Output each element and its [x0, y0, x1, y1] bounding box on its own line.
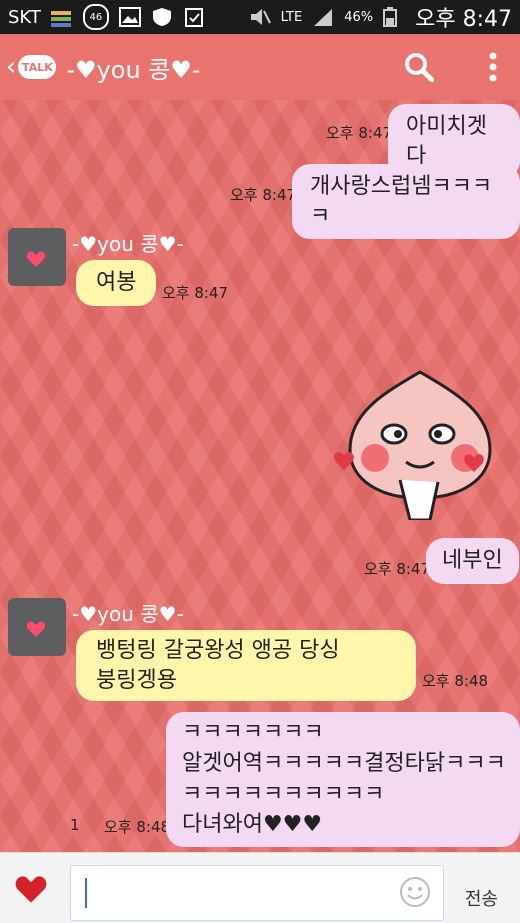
shield-icon [151, 7, 173, 27]
chat-header: ‹ TALK -♥you 콩♥- [0, 34, 520, 100]
chat-area[interactable]: 오후 8:47 아미치겟다 오후 8:47 개사랑스럽넴ㅋㅋㅋㅋ -♥you 콩… [0, 100, 520, 852]
received-message[interactable]: 여봉 [76, 260, 157, 306]
heart-icon [26, 251, 46, 267]
message-text-line: ㅋㅋㅋㅋㅋㅋㅋㅋㅋㅋ [182, 781, 385, 807]
avatar[interactable] [8, 228, 66, 286]
signal-icon [312, 7, 334, 27]
message-text: 개사랑스럽넴ㅋㅋㅋㅋ [310, 174, 493, 229]
message-time: 오후 8:48 [104, 818, 171, 836]
back-icon[interactable]: ‹ [6, 52, 16, 82]
signal-bars-icon [50, 7, 73, 27]
message-time: 오후 8:47 [230, 186, 297, 204]
unread-count: 1 [70, 816, 80, 834]
message-text: 여봉 [96, 270, 137, 295]
text-cursor [85, 878, 87, 908]
sender-name: -♥you 콩♥- [72, 232, 184, 256]
peach-sticker[interactable] [330, 370, 510, 524]
message-input[interactable] [70, 865, 444, 921]
network-label: LTE [280, 9, 303, 25]
send-button[interactable]: 전송 [465, 885, 498, 911]
message-text: 아미치겟다 [406, 114, 487, 169]
received-message[interactable]: 뱅텅링 갈궁왕성 앵공 당싱 붕링겡용 [76, 630, 416, 702]
sender-name: -♥you 콩♥- [72, 602, 184, 626]
emoji-icon[interactable] [399, 876, 431, 912]
sent-message[interactable]: ㅋㅋㅋㅋㅋㅋㅋ 알겟어역ㅋㅋㅋㅋㅋ결정타닭ㅋㅋㅋ ㅋㅋㅋㅋㅋㅋㅋㅋㅋㅋ 다녀와여… [166, 712, 520, 848]
clock-label: 오후 8:47 [415, 7, 512, 32]
chat-title: -♥you 콩♥- [66, 55, 201, 84]
input-bar: 전송 [0, 852, 520, 923]
message-time: 오후 8:47 [364, 560, 431, 578]
heart-icon[interactable] [14, 873, 48, 909]
status-bar: SKT 46 LTE 46% 오후 8:47 [0, 0, 520, 34]
message-time: 오후 8:47 [162, 284, 229, 302]
gallery-icon [118, 7, 141, 27]
message-text-line: 다녀와여♥♥♥ [182, 812, 323, 838]
message-time: 오후 8:48 [422, 672, 489, 690]
message-text-line: ㅋㅋㅋㅋㅋㅋㅋ [182, 720, 324, 745]
battery-label: 46% [344, 9, 374, 25]
message-time: 오후 8:47 [326, 124, 393, 142]
battery-icon [383, 7, 405, 27]
message-text-line: 뱅텅링 갈궁왕성 앵공 당싱 [96, 638, 340, 663]
carrier-label: SKT [8, 6, 41, 28]
talk-badge[interactable]: TALK [18, 55, 57, 79]
sent-message[interactable]: 네부인 [426, 538, 519, 584]
message-text-line: 붕링겡용 [96, 667, 177, 693]
more-icon[interactable] [488, 52, 498, 86]
search-icon[interactable] [404, 52, 435, 86]
clipboard-icon [183, 7, 205, 27]
mute-icon [249, 7, 271, 27]
sent-message[interactable]: 개사랑스럽넴ㅋㅋㅋㅋ [292, 164, 520, 240]
avatar[interactable] [8, 598, 66, 656]
heart-icon [26, 621, 46, 637]
message-text-line: 알겟어역ㅋㅋㅋㅋㅋ결정타닭ㅋㅋㅋ [182, 750, 506, 776]
badge-icon: 46 [82, 4, 109, 30]
message-text: 네부인 [442, 548, 503, 573]
